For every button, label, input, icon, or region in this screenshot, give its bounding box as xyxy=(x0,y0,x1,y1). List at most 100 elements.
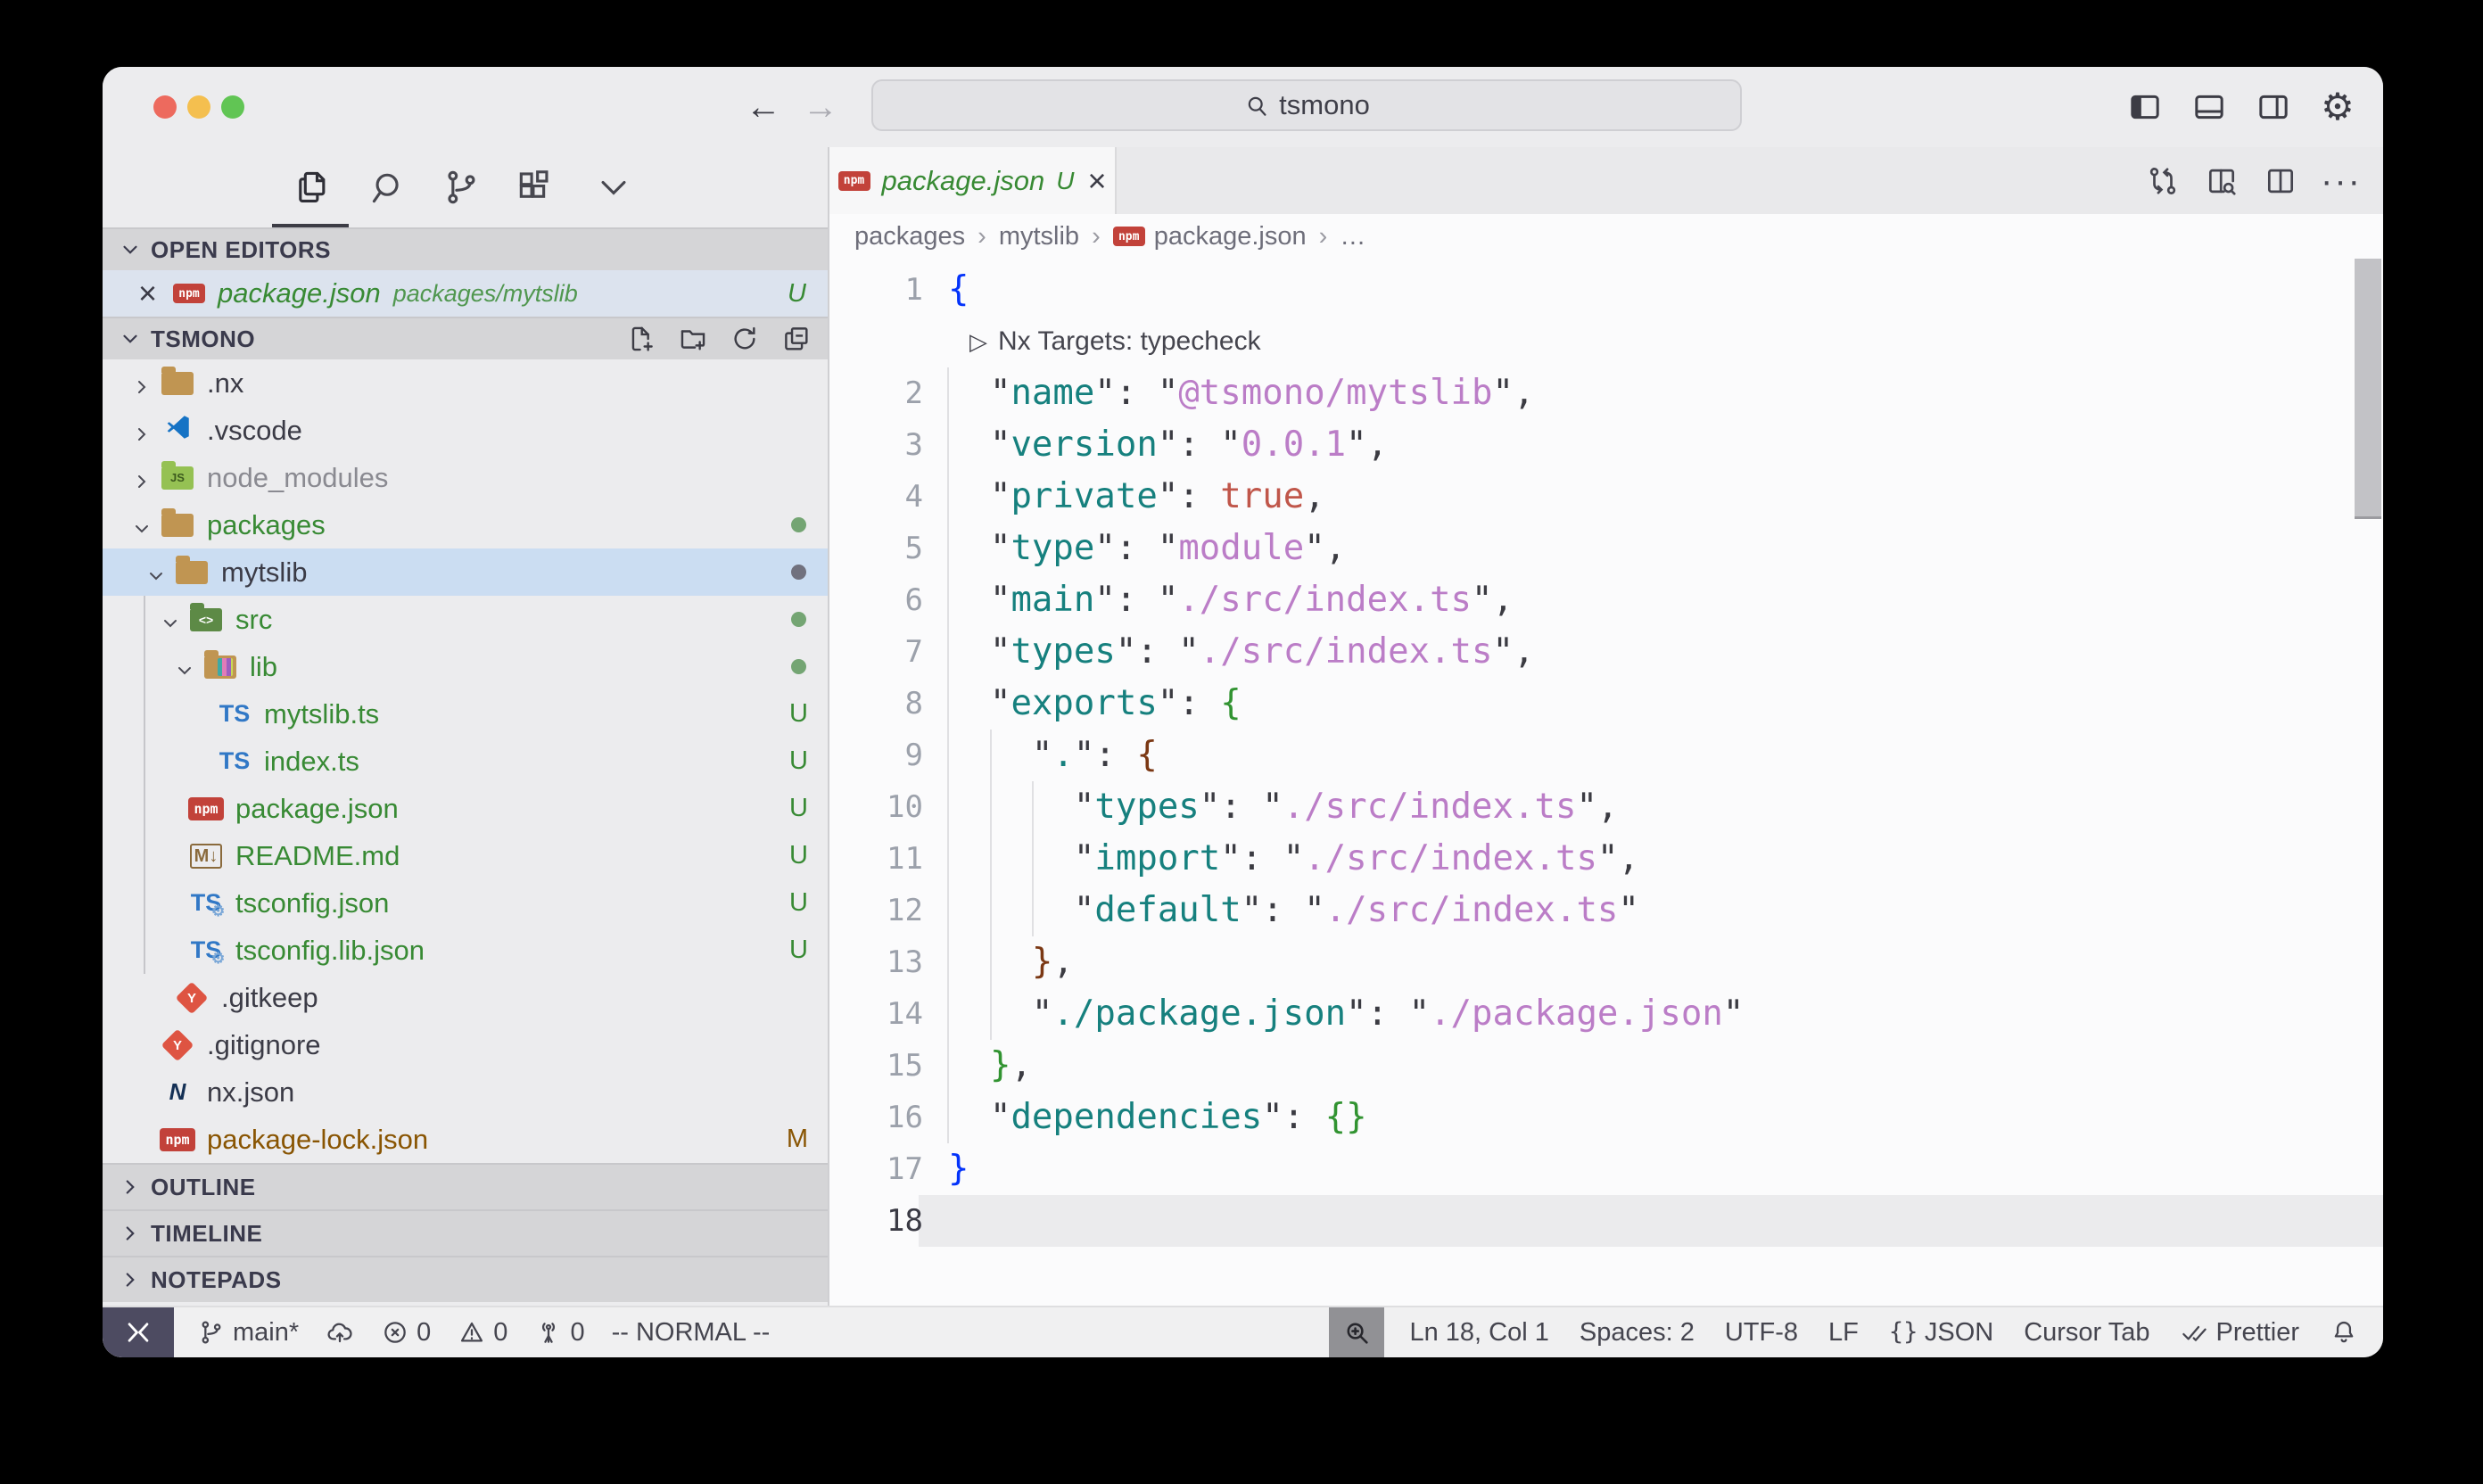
tree-item-nx-json[interactable]: Nnx.json xyxy=(103,1068,828,1116)
section-header-outline[interactable]: OUTLINE xyxy=(103,1163,828,1209)
code-line-13[interactable]: 13 }, xyxy=(829,936,2383,988)
tree-item-mytslib[interactable]: mytslib xyxy=(103,548,828,596)
status-utf-8[interactable]: UTF-8 xyxy=(1725,1318,1798,1348)
chevron-down-icon xyxy=(174,656,195,678)
tree-item-gitignore[interactable]: .gitignore xyxy=(103,1021,828,1068)
tree-item-readme-md[interactable]: M↓README.mdU xyxy=(103,832,828,879)
code-line-3[interactable]: 3 "version": "0.0.1", xyxy=(829,419,2383,471)
code-line-16[interactable]: 16 "dependencies": {} xyxy=(829,1092,2383,1143)
code-line-15[interactable]: 15 }, xyxy=(829,1040,2383,1092)
nx-icon: N xyxy=(169,1078,186,1106)
status-main[interactable]: main* xyxy=(197,1318,299,1348)
status-json[interactable]: {}JSON xyxy=(1889,1318,1993,1348)
tab-strip: npm package.json U × ··· xyxy=(829,147,2383,214)
extensions-icon[interactable] xyxy=(512,165,557,210)
explorer-icon[interactable] xyxy=(290,165,334,210)
search-view-icon[interactable] xyxy=(366,165,410,210)
collapse-all-icon[interactable] xyxy=(780,322,813,356)
code-line-9[interactable]: 9 ".": { xyxy=(829,730,2383,781)
status-normal[interactable]: -- NORMAL -- xyxy=(612,1318,771,1348)
layout-sidebar-left-icon[interactable] xyxy=(2124,87,2165,128)
status-label: main* xyxy=(233,1318,299,1348)
status-ln-18-col-1[interactable]: Ln 18, Col 1 xyxy=(1409,1318,1548,1348)
code-line-11[interactable]: 11 "import": "./src/index.ts", xyxy=(829,833,2383,885)
source-control-icon[interactable] xyxy=(439,165,483,210)
back-arrow-button[interactable]: ← xyxy=(743,87,784,128)
close-icon[interactable]: × xyxy=(138,277,157,309)
layout-panel-icon[interactable] xyxy=(2189,87,2230,128)
traffic-light-minimize[interactable] xyxy=(187,95,210,119)
code-line-2[interactable]: 2 "name": "@tsmono/mytslib", xyxy=(829,367,2383,419)
breadcrumb-[interactable]: … xyxy=(1340,222,1365,251)
status-cloud-upload[interactable] xyxy=(326,1318,354,1347)
codelens-nx-targets[interactable]: ▷Nx Targets: typecheck xyxy=(829,316,2383,367)
tree-item-tsconfig-json[interactable]: TS⚙tsconfig.jsonU xyxy=(103,879,828,927)
status-lf[interactable]: LF xyxy=(1828,1318,1859,1348)
status-0[interactable]: 0 xyxy=(381,1318,431,1348)
code-line-10[interactable]: 10 "types": "./src/index.ts", xyxy=(829,781,2383,833)
tree-item-package-lock-json[interactable]: npmpackage-lock.jsonM xyxy=(103,1116,828,1163)
run-triangle-icon[interactable]: ▷ xyxy=(969,316,987,367)
section-header-notepads[interactable]: NOTEPADS xyxy=(103,1256,828,1302)
new-folder-icon[interactable] xyxy=(676,322,710,356)
code-editor[interactable]: 1{▷Nx Targets: typecheck2 "name": "@tsmo… xyxy=(829,259,2383,1306)
tree-item-src[interactable]: <>src xyxy=(103,596,828,643)
open-editor-item[interactable]: × npm package.json packages/mytslib U xyxy=(103,270,828,317)
npm-icon: npm xyxy=(173,284,205,303)
tree-item-gitkeep[interactable]: .gitkeep xyxy=(103,974,828,1021)
layout-sidebar-right-icon[interactable] xyxy=(2253,87,2294,128)
traffic-light-zoom[interactable] xyxy=(221,95,244,119)
traffic-light-close[interactable] xyxy=(153,95,177,119)
section-header-timeline[interactable]: TIMELINE xyxy=(103,1209,828,1256)
status-0[interactable]: 0 xyxy=(458,1318,507,1348)
open-editors-header[interactable]: OPEN EDITORS xyxy=(103,227,828,270)
code-line-12[interactable]: 12 "default": "./src/index.ts" xyxy=(829,885,2383,936)
breadcrumb-packages[interactable]: packages xyxy=(854,222,965,251)
tsconfig-icon: TS⚙ xyxy=(191,889,222,917)
breadcrumb-mytslib[interactable]: mytslib xyxy=(999,222,1079,251)
status-prettier[interactable]: Prettier xyxy=(2181,1318,2299,1348)
open-preview-icon[interactable] xyxy=(2203,162,2240,200)
codelens-label[interactable]: Nx Targets: typecheck xyxy=(998,316,1261,367)
code-line-4[interactable]: 4 "private": true, xyxy=(829,471,2383,523)
tree-item-lib[interactable]: lib xyxy=(103,643,828,690)
settings-gear-icon[interactable]: ⚙ xyxy=(2317,87,2358,128)
code-line-17[interactable]: 17} xyxy=(829,1143,2383,1195)
more-actions-icon[interactable]: ··· xyxy=(2321,172,2362,190)
refresh-icon[interactable] xyxy=(728,322,762,356)
zoom-indicator[interactable] xyxy=(1329,1307,1384,1357)
npm-icon: npm xyxy=(1113,227,1145,246)
status-bell[interactable] xyxy=(2330,1318,2358,1347)
open-changes-icon[interactable] xyxy=(2144,162,2182,200)
code-line-14[interactable]: 14 "./package.json": "./package.json" xyxy=(829,988,2383,1040)
status-0[interactable]: 0 xyxy=(534,1318,584,1348)
tree-item-vscode[interactable]: .vscode xyxy=(103,407,828,454)
code-line-1[interactable]: 1{ xyxy=(829,264,2383,316)
tree-item-package-json[interactable]: npmpackage.jsonU xyxy=(103,785,828,832)
status-spaces-2[interactable]: Spaces: 2 xyxy=(1580,1318,1695,1348)
command-center-search[interactable]: tsmono xyxy=(871,79,1742,131)
split-editor-icon[interactable] xyxy=(2262,162,2299,200)
tree-item-node-modules[interactable]: JSnode_modules xyxy=(103,454,828,501)
remote-indicator[interactable] xyxy=(103,1307,174,1357)
tree-item-nx[interactable]: .nx xyxy=(103,359,828,407)
code-line-18[interactable]: 18 xyxy=(829,1195,2383,1247)
tab-package-json[interactable]: npm package.json U × xyxy=(829,147,1117,214)
tree-item-tsconfig-lib-json[interactable]: TS⚙tsconfig.lib.jsonU xyxy=(103,927,828,974)
status-cursor-tab[interactable]: Cursor Tab xyxy=(2024,1318,2149,1348)
tree-item-label: mytslib.ts xyxy=(264,698,379,730)
scrollbar-thumb[interactable] xyxy=(2355,259,2381,519)
code-line-7[interactable]: 7 "types": "./src/index.ts", xyxy=(829,626,2383,678)
code-line-8[interactable]: 8 "exports": { xyxy=(829,678,2383,730)
forward-arrow-button[interactable]: → xyxy=(800,87,841,128)
code-line-6[interactable]: 6 "main": "./src/index.ts", xyxy=(829,574,2383,626)
breadcrumb-package-json[interactable]: npmpackage.json xyxy=(1113,222,1307,251)
tab-close-icon[interactable]: × xyxy=(1087,162,1106,200)
code-line-5[interactable]: 5 "type": "module", xyxy=(829,523,2383,574)
explorer-section-header[interactable]: TSMONO xyxy=(103,317,828,359)
more-views-chevron-icon[interactable] xyxy=(591,165,636,210)
tree-item-mytslib-ts[interactable]: TSmytslib.tsU xyxy=(103,690,828,738)
new-file-icon[interactable] xyxy=(624,322,658,356)
tree-item-index-ts[interactable]: TSindex.tsU xyxy=(103,738,828,785)
tree-item-packages[interactable]: packages xyxy=(103,501,828,548)
